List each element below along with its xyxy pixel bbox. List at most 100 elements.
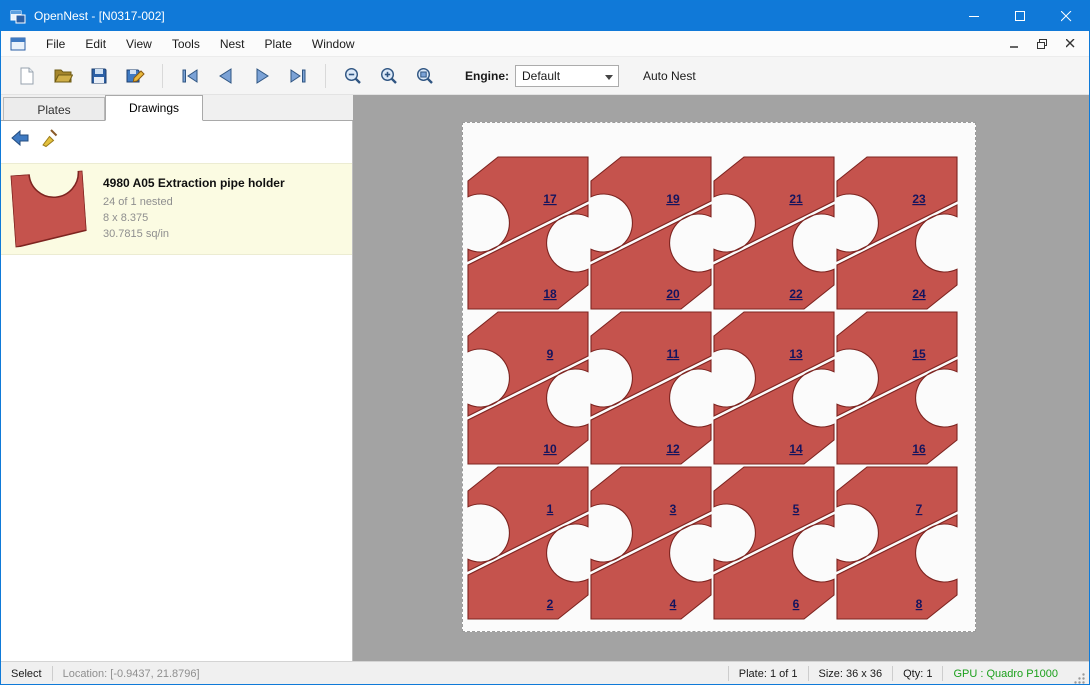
status-mode: Select bbox=[1, 668, 52, 680]
save-icon bbox=[89, 66, 109, 86]
status-location: Location: [-0.9437, 21.8796] bbox=[53, 668, 210, 680]
zoom-in-icon bbox=[379, 66, 399, 86]
mdi-restore-button[interactable] bbox=[1033, 36, 1051, 52]
tab-drawings[interactable]: Drawings bbox=[105, 95, 203, 121]
tab-plates[interactable]: Plates bbox=[3, 97, 105, 120]
zoom-to-fit-icon bbox=[415, 66, 435, 86]
part-number-label: 5 bbox=[793, 502, 800, 516]
drawing-nested-count: 24 of 1 nested bbox=[103, 194, 285, 210]
left-panel: Plates Drawings bbox=[1, 95, 353, 661]
drawing-area: 30.7815 sq/in bbox=[103, 226, 285, 242]
maximize-icon bbox=[1015, 11, 1026, 22]
app-logo-icon bbox=[10, 8, 26, 24]
part-number-label: 7 bbox=[916, 502, 923, 516]
nest-pair: 21 22 bbox=[714, 157, 834, 309]
maximize-button[interactable] bbox=[997, 1, 1043, 31]
nest-pair: 23 24 bbox=[837, 157, 957, 309]
menu-plate[interactable]: Plate bbox=[255, 32, 302, 56]
drawing-item-meta: 4980 A05 Extraction pipe holder 24 of 1 … bbox=[103, 176, 285, 242]
mdi-window-controls bbox=[1005, 36, 1089, 52]
nest-layout: 171819202122232491011121314151612345678 bbox=[463, 123, 977, 633]
part-number-label: 17 bbox=[543, 192, 557, 206]
mdi-close-icon bbox=[1066, 39, 1075, 48]
save-button[interactable] bbox=[82, 61, 116, 91]
zoom-out-icon bbox=[343, 66, 363, 86]
save-as-button[interactable] bbox=[118, 61, 152, 91]
go-next-icon bbox=[252, 66, 272, 86]
mdi-restore-icon bbox=[1037, 39, 1047, 49]
drawing-list-item[interactable]: 4980 A05 Extraction pipe holder 24 of 1 … bbox=[1, 163, 352, 255]
part-number-label: 2 bbox=[547, 597, 554, 611]
minimize-button[interactable] bbox=[951, 1, 997, 31]
save-edit-icon bbox=[125, 66, 145, 86]
part-number-label: 22 bbox=[789, 287, 803, 301]
menu-nest[interactable]: Nest bbox=[210, 32, 255, 56]
part-number-label: 11 bbox=[667, 347, 680, 361]
part-number-label: 8 bbox=[916, 597, 923, 611]
back-arrow-icon bbox=[10, 128, 30, 148]
nest-pair: 1314 bbox=[714, 312, 834, 464]
statusbar: Select Location: [-0.9437, 21.8796] Plat… bbox=[1, 661, 1089, 685]
status-size: Size: 36 x 36 bbox=[809, 668, 893, 680]
open-button[interactable] bbox=[46, 61, 80, 91]
opennest-window: OpenNest - [N0317-002] File Edit View To… bbox=[0, 0, 1090, 685]
resize-grip[interactable] bbox=[1072, 671, 1086, 685]
engine-select[interactable]: Default bbox=[515, 65, 619, 87]
go-next-button[interactable] bbox=[245, 61, 279, 91]
nest-pair: 1718 bbox=[468, 157, 588, 309]
plate[interactable]: 171819202122232491011121314151612345678 bbox=[462, 122, 976, 632]
nest-pair: 1516 bbox=[837, 312, 957, 464]
part-number-label: 9 bbox=[547, 347, 554, 361]
close-button[interactable] bbox=[1043, 1, 1089, 31]
part-number-label: 3 bbox=[670, 502, 677, 516]
menu-tools[interactable]: Tools bbox=[162, 32, 210, 56]
go-first-button[interactable] bbox=[173, 61, 207, 91]
auto-nest-button[interactable]: Auto Nest bbox=[635, 63, 704, 89]
part-thumbnail bbox=[9, 171, 89, 247]
part-number-label: 16 bbox=[912, 442, 926, 456]
part-number-label: 20 bbox=[666, 287, 680, 301]
go-first-icon bbox=[180, 66, 200, 86]
part-number-label: 1 bbox=[547, 502, 554, 516]
part-number-label: 18 bbox=[543, 287, 557, 301]
status-plate: Plate: 1 of 1 bbox=[729, 668, 808, 680]
menu-window[interactable]: Window bbox=[302, 32, 365, 56]
mdi-close-button[interactable] bbox=[1061, 36, 1079, 52]
nest-pair: 910 bbox=[468, 312, 588, 464]
menu-view[interactable]: View bbox=[116, 32, 162, 56]
menu-edit[interactable]: Edit bbox=[75, 32, 116, 56]
drawings-toolbar bbox=[1, 121, 352, 155]
window-controls bbox=[951, 1, 1089, 31]
mdi-minimize-button[interactable] bbox=[1005, 36, 1023, 52]
part-number-label: 15 bbox=[912, 347, 926, 361]
go-previous-icon bbox=[216, 66, 236, 86]
nest-pair: 12 bbox=[468, 467, 588, 619]
menu-file[interactable]: File bbox=[36, 32, 75, 56]
part-number-label: 14 bbox=[789, 442, 803, 456]
clean-button[interactable] bbox=[35, 124, 65, 152]
main-toolbar: Engine: Default Auto Nest bbox=[1, 57, 1089, 95]
nest-pair: 56 bbox=[714, 467, 834, 619]
part-number-label: 6 bbox=[793, 597, 800, 611]
go-last-button[interactable] bbox=[281, 61, 315, 91]
nest-pair: 1920 bbox=[591, 157, 711, 309]
zoom-in-button[interactable] bbox=[372, 61, 406, 91]
drawing-title: 4980 A05 Extraction pipe holder bbox=[103, 176, 285, 190]
new-button[interactable] bbox=[10, 61, 44, 91]
nest-canvas[interactable]: 171819202122232491011121314151612345678 bbox=[353, 95, 1090, 661]
drawing-size: 8 x 8.375 bbox=[103, 210, 285, 226]
go-previous-button[interactable] bbox=[209, 61, 243, 91]
zoom-to-fit-button[interactable] bbox=[408, 61, 442, 91]
toolbar-separator bbox=[162, 64, 163, 88]
titlebar: OpenNest - [N0317-002] bbox=[1, 1, 1089, 31]
part-number-label: 23 bbox=[912, 192, 926, 206]
back-arrow-button[interactable] bbox=[5, 124, 35, 152]
part-number-label: 24 bbox=[912, 287, 926, 301]
zoom-out-button[interactable] bbox=[336, 61, 370, 91]
window-title: OpenNest - [N0317-002] bbox=[34, 9, 165, 23]
panel-tabstrip: Plates Drawings bbox=[1, 95, 353, 121]
part-number-label: 21 bbox=[789, 192, 803, 206]
part-thumbnail-shape bbox=[11, 171, 88, 248]
new-file-icon bbox=[17, 66, 37, 86]
nest-pair: 34 bbox=[591, 467, 711, 619]
